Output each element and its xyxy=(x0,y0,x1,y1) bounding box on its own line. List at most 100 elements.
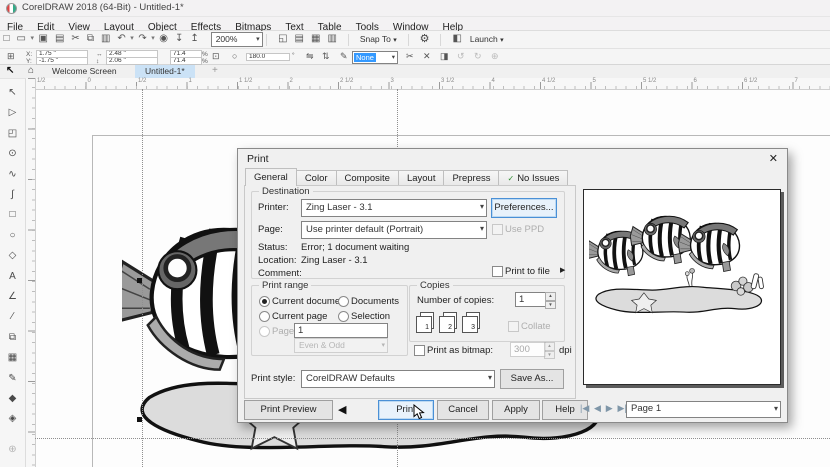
launch-dropdown[interactable]: Launch ▾ xyxy=(470,31,507,49)
bitmap-dpi-field[interactable]: 300 xyxy=(510,342,546,357)
cancel-button[interactable]: Cancel xyxy=(437,400,489,420)
dialog-tab-color[interactable]: Color xyxy=(296,170,337,186)
selection-radio[interactable] xyxy=(338,311,349,322)
redo-icon[interactable]: ↷ xyxy=(135,31,150,47)
print-to-file-checkbox[interactable] xyxy=(492,266,503,277)
text-tool-icon[interactable]: A xyxy=(0,267,25,287)
guideline-horizontal[interactable] xyxy=(35,438,830,439)
show-guidelines-icon[interactable]: ▥ xyxy=(324,31,340,47)
apply-button[interactable]: Apply xyxy=(492,400,540,420)
home-icon[interactable]: ⌂ xyxy=(28,65,34,76)
collapse-preview-icon[interactable]: ◀ xyxy=(338,403,346,416)
tab-untitled-1[interactable]: Untitled-1* xyxy=(135,65,195,78)
search-content-icon[interactable]: ◉ xyxy=(156,31,172,47)
link-icon[interactable]: ↺ xyxy=(457,51,465,62)
freehand-tool-icon[interactable]: ∿ xyxy=(0,165,25,185)
crop-tool-icon[interactable]: ◰ xyxy=(0,124,25,144)
next-page-icon[interactable]: ▶ xyxy=(606,403,613,413)
close-icon[interactable]: ✕ xyxy=(769,152,778,165)
connector-tool-icon[interactable]: ∕ xyxy=(0,307,25,327)
copies-spinner[interactable]: ▲▼ xyxy=(545,292,556,309)
full-screen-preview-icon[interactable]: ◱ xyxy=(275,31,291,47)
add-tool-icon[interactable]: ⊕ xyxy=(0,440,25,460)
undo-icon[interactable]: ↶ xyxy=(114,31,129,47)
lock-ratio-icon[interactable]: ⊡ xyxy=(212,51,220,62)
export-icon[interactable]: ↥ xyxy=(187,31,202,47)
dialog-tab-layout[interactable]: Layout xyxy=(398,170,445,186)
dimension-tool-icon[interactable]: ∠ xyxy=(0,287,25,307)
vertical-ruler[interactable] xyxy=(25,78,36,467)
current-page-radio[interactable] xyxy=(259,311,270,322)
page-combo[interactable]: Use printer default (Portrait)▾ xyxy=(301,221,487,239)
documents-radio[interactable] xyxy=(338,296,349,307)
show-grid-icon[interactable]: ▦ xyxy=(308,31,324,47)
print-as-bitmap-checkbox[interactable] xyxy=(414,345,425,356)
previous-page-icon[interactable]: ◀ xyxy=(594,403,601,413)
close-curve-icon[interactable]: ✕ xyxy=(423,51,431,62)
zoom-level-combo[interactable]: 200% ▾ xyxy=(211,32,263,47)
transparency-tool-icon[interactable]: ▦ xyxy=(0,348,25,368)
printer-combo[interactable]: Zing Laser - 3.1▾ xyxy=(301,199,487,217)
selection-handle[interactable] xyxy=(137,278,142,283)
save-icon[interactable]: ▣ xyxy=(35,31,51,47)
guideline-vertical-1[interactable] xyxy=(142,89,143,467)
pages-field[interactable]: 1 xyxy=(294,323,388,338)
add-preset-icon[interactable]: ⊕ xyxy=(491,51,499,62)
preferences-button[interactable]: Preferences... xyxy=(491,198,557,218)
bitmap-dpi-spinner[interactable]: ▲▼ xyxy=(544,342,555,359)
zoom-tool-icon[interactable]: ⊙ xyxy=(0,144,25,164)
current-document-radio[interactable] xyxy=(259,296,270,307)
polygon-tool-icon[interactable]: ◇ xyxy=(0,246,25,266)
flip-horizontal-icon[interactable]: ⇋ xyxy=(306,51,314,62)
eyedropper-tool-icon[interactable]: ✎ xyxy=(0,369,25,389)
copies-field[interactable]: 1 xyxy=(515,292,547,307)
show-rulers-icon[interactable]: ▤ xyxy=(291,31,307,47)
cut-icon[interactable]: ✂ xyxy=(68,31,83,47)
dialog-tab-composite[interactable]: Composite xyxy=(336,170,399,186)
options-gear-icon[interactable]: ⚙ xyxy=(416,31,433,47)
page-select-combo[interactable]: Page 1▾ xyxy=(626,401,781,418)
flip-vertical-icon[interactable]: ⇅ xyxy=(322,51,330,62)
rotation-angle-field[interactable]: 180.0 xyxy=(246,53,290,61)
delete-segment-icon[interactable]: ✂ xyxy=(406,51,414,62)
import-icon[interactable]: ↧ xyxy=(171,31,186,47)
open-icon[interactable]: ▭ xyxy=(13,31,29,47)
chevron-down-icon: ▾ xyxy=(774,404,778,413)
paste-icon[interactable]: ▥ xyxy=(97,31,113,47)
snap-to-dropdown[interactable]: Snap To ▾ xyxy=(356,31,400,49)
edit-fill-icon[interactable]: ◨ xyxy=(440,51,449,62)
height-field[interactable]: 2.06 " xyxy=(106,57,158,65)
y-position-field[interactable]: -1.75 " xyxy=(36,57,88,65)
scale-y-field[interactable]: 71.4 xyxy=(170,57,202,65)
smart-fill-tool-icon[interactable]: ◈ xyxy=(0,409,25,429)
pages-radio[interactable] xyxy=(259,326,270,337)
print-icon[interactable]: ▤ xyxy=(51,31,67,47)
collate-checkbox[interactable] xyxy=(508,321,519,332)
copy-icon[interactable]: ⧉ xyxy=(83,31,97,47)
dialog-tab-no-issues[interactable]: ✓No Issues xyxy=(498,170,568,186)
rectangle-tool-icon[interactable]: □ xyxy=(0,205,25,225)
first-page-icon[interactable]: |◀ xyxy=(580,403,589,413)
new-document-icon[interactable]: □ xyxy=(0,31,13,47)
even-odd-combo[interactable]: Even & Odd▾ xyxy=(294,338,388,353)
unlink-icon[interactable]: ↻ xyxy=(474,51,482,62)
print-style-combo[interactable]: CorelDRAW Defaults▾ xyxy=(301,370,495,388)
outline-width-combo[interactable]: None ▾ xyxy=(352,51,398,64)
pick-tool-icon[interactable]: ↖ xyxy=(0,83,25,103)
use-ppd-checkbox[interactable] xyxy=(492,224,503,235)
ellipse-tool-icon[interactable]: ○ xyxy=(0,226,25,246)
shape-tool-icon[interactable]: ▷ xyxy=(0,103,25,123)
interactive-fill-tool-icon[interactable]: ◆ xyxy=(0,389,25,409)
save-as-button[interactable]: Save As... xyxy=(500,369,564,389)
window-title: CorelDRAW 2018 (64-Bit) - Untitled-1* xyxy=(22,2,184,13)
shadow-tool-icon[interactable]: ⧉ xyxy=(0,328,25,348)
dialog-tab-general[interactable]: General xyxy=(245,168,297,186)
tab-welcome-screen[interactable]: Welcome Screen xyxy=(42,65,127,78)
print-preview-button[interactable]: Print Preview xyxy=(244,400,333,420)
selection-handle[interactable] xyxy=(137,417,142,422)
expand-arrow-icon[interactable]: ▶ xyxy=(560,266,565,274)
dialog-tab-prepress[interactable]: Prepress xyxy=(443,170,499,186)
horizontal-ruler[interactable]: 1/201/211 1/222 1/233 1/244 1/255 1/266 … xyxy=(35,78,830,90)
bezier-tool-icon[interactable]: ∫ xyxy=(0,185,25,205)
new-tab-button[interactable]: + xyxy=(212,65,218,76)
